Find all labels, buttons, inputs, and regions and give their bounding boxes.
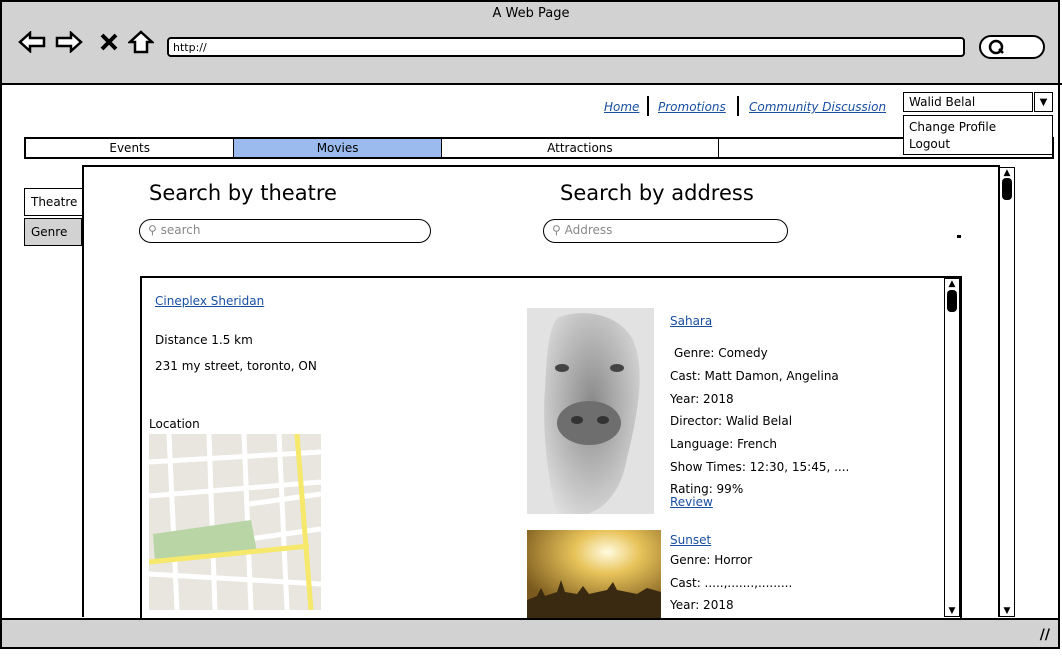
movie-year: Year: 2018 [670, 392, 734, 406]
search-icon: ⚲ [552, 223, 561, 237]
home-link[interactable]: Home [604, 100, 639, 114]
results-scrollbar[interactable] [944, 278, 960, 617]
logout-item[interactable]: Logout [909, 136, 1047, 153]
home-icon[interactable] [126, 26, 156, 58]
address-bar[interactable]: http:// [167, 37, 965, 57]
chevron-down-icon[interactable]: ▼ [1034, 92, 1053, 112]
stray-mark [957, 235, 961, 238]
search-by-theatre-heading: Search by theatre [149, 181, 337, 205]
location-label: Location [149, 417, 200, 431]
movie-genre: Genre: Comedy [674, 346, 768, 360]
movie-cast: Cast: Matt Damon, Angelina [670, 369, 839, 383]
link-separator [647, 96, 649, 116]
scrollbar-thumb[interactable] [1002, 178, 1012, 200]
promotions-link[interactable]: Promotions [658, 100, 726, 114]
location-map[interactable] [149, 434, 321, 610]
review-link[interactable]: Review [670, 495, 713, 509]
forward-icon[interactable] [54, 26, 84, 58]
address-search-input[interactable]: ⚲ Address [543, 219, 788, 243]
tab-movies[interactable]: Movies [234, 139, 442, 157]
window-title: A Web Page [492, 6, 570, 21]
movie-show-times: Show Times: 12:30, 15:45, .... [670, 460, 850, 474]
tab-events[interactable]: Events [26, 139, 235, 157]
scroll-down-icon[interactable]: ▼ [946, 605, 958, 617]
theatre-name-link[interactable]: Cineplex Sheridan [155, 294, 264, 308]
movie-title-link[interactable]: Sahara [670, 314, 712, 328]
movie-poster-sunset[interactable] [527, 530, 661, 618]
category-tabs: Events Movies Attractions Restaurants [24, 137, 1054, 159]
movie-title-link[interactable]: Sunset [670, 533, 711, 547]
theatre-distance: Distance 1.5 km [155, 333, 253, 347]
theatre-search-placeholder: search [160, 223, 201, 237]
movie-year: Year: 2018 [670, 598, 734, 612]
side-tab-theatre[interactable]: Theatre [24, 188, 82, 216]
change-profile-item[interactable]: Change Profile [909, 119, 1047, 136]
movie-rating: Rating: 99% [670, 482, 744, 496]
scroll-up-icon[interactable]: ▲ [946, 278, 958, 290]
search-icon: ⚲ [148, 223, 157, 237]
link-separator [737, 96, 739, 116]
search-by-address-heading: Search by address [560, 181, 754, 205]
tab-attractions[interactable]: Attractions [442, 139, 719, 157]
theatre-address: 231 my street, toronto, ON [155, 359, 317, 373]
back-icon[interactable] [17, 26, 47, 58]
community-discussion-link[interactable]: Community Discussion [749, 100, 886, 114]
movie-genre: Genre: Horror [670, 553, 753, 567]
address-search-placeholder: Address [564, 223, 613, 237]
user-select[interactable]: Walid Belal [903, 92, 1033, 112]
scroll-down-icon[interactable]: ▼ [1001, 605, 1013, 617]
theatre-search-input[interactable]: ⚲ search [139, 219, 431, 243]
status-bar [0, 618, 1060, 649]
resize-grip-icon[interactable]: // [1040, 627, 1050, 643]
movie-poster-sahara[interactable] [527, 308, 654, 514]
movie-language: Language: French [670, 437, 777, 451]
stop-icon[interactable] [94, 26, 124, 58]
browser-search-button[interactable] [979, 35, 1045, 59]
user-dropdown-menu: Change Profile Logout [903, 115, 1053, 155]
panel-scrollbar[interactable] [999, 167, 1015, 617]
side-tab-genre[interactable]: Genre [24, 218, 82, 246]
movie-cast: Cast: .....,.......,......... [670, 576, 793, 590]
movie-director: Director: Walid Belal [670, 414, 793, 428]
search-icon [988, 39, 1004, 55]
scrollbar-thumb[interactable] [947, 290, 957, 312]
